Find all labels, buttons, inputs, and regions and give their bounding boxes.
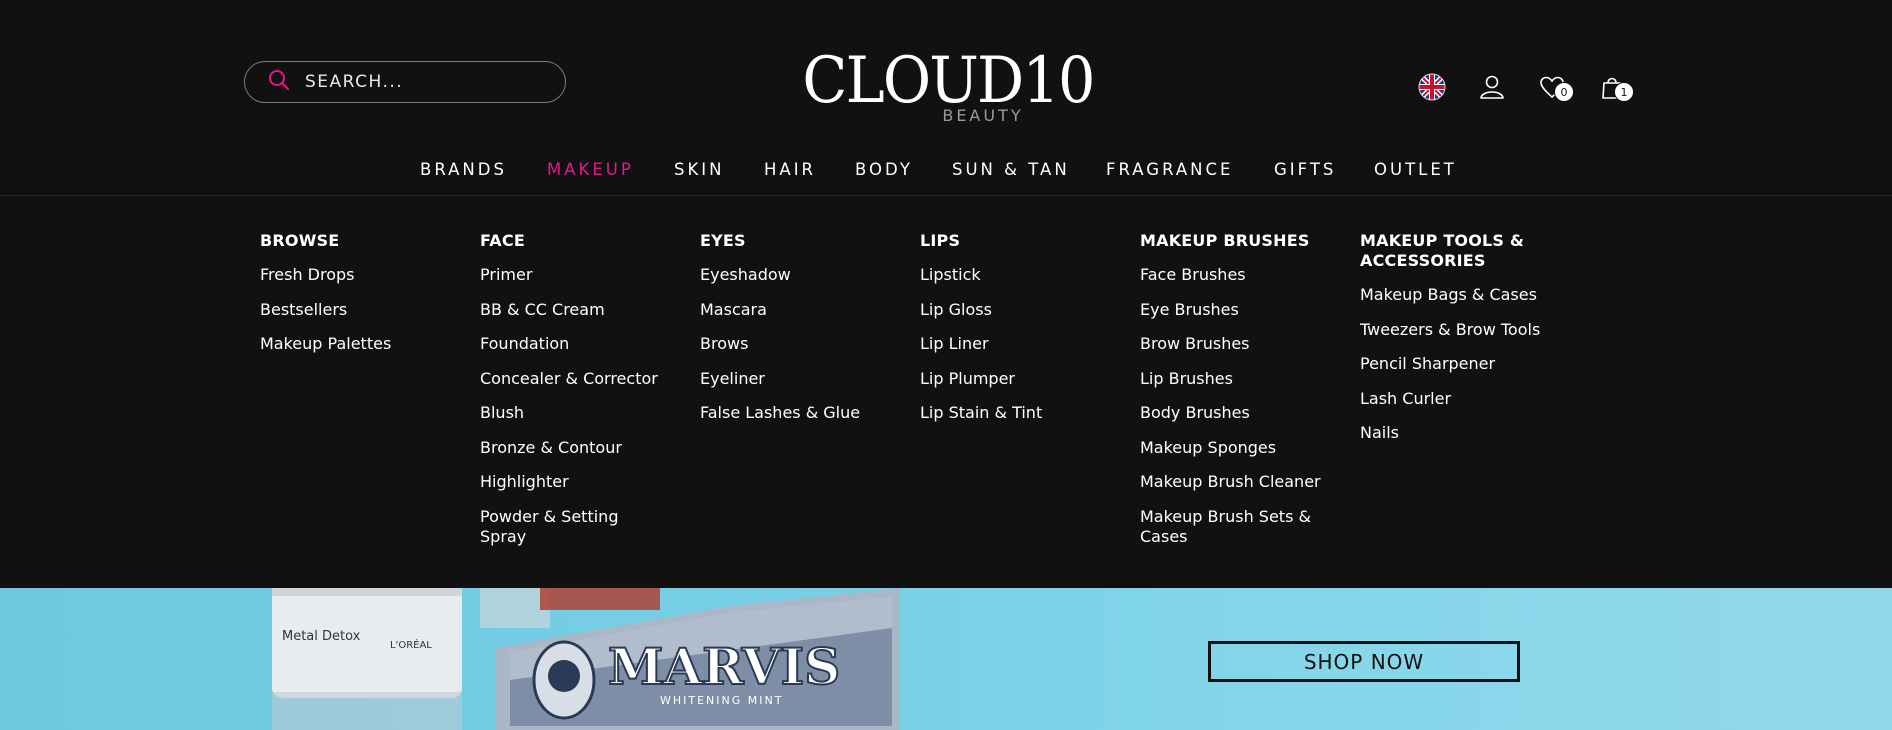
menu-link[interactable]: Makeup Sponges <box>1140 438 1350 458</box>
menu-link[interactable]: Makeup Bags & Cases <box>1360 285 1570 305</box>
site-header: CLOUD10 BEAUTY <box>0 0 1892 196</box>
menu-column-title[interactable]: MAKEUP BRUSHES <box>1140 231 1350 251</box>
hair-mask-jar-image: Metal Detox L'ORÉAL <box>272 588 462 730</box>
menu-link[interactable]: Lash Curler <box>1360 389 1570 409</box>
menu-link[interactable]: Lip Brushes <box>1140 369 1350 389</box>
menu-link[interactable]: Powder & Setting Spray <box>480 507 660 547</box>
tube-brand: MARVIS <box>608 637 840 696</box>
nav-item-makeup[interactable]: MAKEUP <box>547 160 634 179</box>
logo-subtext: BEAUTY <box>942 106 1024 125</box>
jar-label: Metal Detox <box>282 629 361 644</box>
menu-column-title[interactable]: EYES <box>700 231 910 251</box>
menu-column-title[interactable]: MAKEUP TOOLS & ACCESSORIES <box>1360 231 1540 271</box>
menu-column-makeup-tools-accessories: MAKEUP TOOLS & ACCESSORIES Makeup Bags & … <box>1360 231 1570 458</box>
nav-item-outlet[interactable]: OUTLET <box>1374 160 1457 179</box>
menu-link[interactable]: Primer <box>480 265 690 285</box>
promo-banner: Metal Detox L'ORÉAL MARVIS WHITENING MIN… <box>0 588 1892 730</box>
menu-link[interactable]: Blush <box>480 403 690 423</box>
menu-link[interactable]: Makeup Palettes <box>260 334 470 354</box>
tube-subtext: WHITENING MINT <box>660 694 783 707</box>
menu-column-makeup-brushes: MAKEUP BRUSHES Face Brushes Eye Brushes Bro… <box>1140 231 1350 561</box>
menu-link[interactable]: Eyeliner <box>700 369 910 389</box>
menu-column-title[interactable]: LIPS <box>920 231 1120 251</box>
menu-link[interactable]: Body Brushes <box>1140 403 1350 423</box>
account-icon[interactable] <box>1476 70 1508 104</box>
menu-link[interactable]: Lip Gloss <box>920 300 1120 320</box>
nav-item-gifts[interactable]: GIFTS <box>1274 160 1336 179</box>
menu-link[interactable]: Lip Stain & Tint <box>920 403 1120 423</box>
menu-link[interactable]: Pencil Sharpener <box>1360 354 1570 374</box>
menu-link[interactable]: Nails <box>1360 423 1570 443</box>
menu-link[interactable]: Eyeshadow <box>700 265 910 285</box>
toothpaste-tube-image: MARVIS WHITENING MINT <box>480 588 900 730</box>
menu-link[interactable]: False Lashes & Glue <box>700 403 910 423</box>
nav-item-fragrance[interactable]: FRAGRANCE <box>1106 160 1233 179</box>
site-logo[interactable]: CLOUD10 BEAUTY <box>788 40 1108 130</box>
nav-item-hair[interactable]: HAIR <box>764 160 816 179</box>
menu-link[interactable]: Brow Brushes <box>1140 334 1350 354</box>
cart-count-badge: 1 <box>1614 82 1634 102</box>
search-icon[interactable] <box>267 68 291 97</box>
menu-link[interactable]: Eye Brushes <box>1140 300 1350 320</box>
menu-link[interactable]: Makeup Brush Sets & Cases <box>1140 507 1320 547</box>
menu-link[interactable]: Foundation <box>480 334 690 354</box>
menu-link[interactable]: BB & CC Cream <box>480 300 690 320</box>
menu-link[interactable]: Makeup Brush Cleaner <box>1140 472 1350 492</box>
menu-column-browse: BROWSE Fresh Drops Bestsellers Makeup Palet… <box>260 231 470 369</box>
main-nav: BRANDS MAKEUP SKIN HAIR BODY SUN & TAN FRAGRAN… <box>0 160 1892 186</box>
nav-item-brands[interactable]: BRANDS <box>420 160 507 179</box>
menu-column-title[interactable]: FACE <box>480 231 690 251</box>
wishlist-count-badge: 0 <box>1554 82 1574 102</box>
menu-link[interactable]: Brows <box>700 334 910 354</box>
menu-link[interactable]: Face Brushes <box>1140 265 1350 285</box>
jar-brand: L'ORÉAL <box>390 638 432 651</box>
search-input[interactable] <box>305 72 545 92</box>
menu-link[interactable]: Lip Liner <box>920 334 1120 354</box>
menu-column-face: FACE Primer BB & CC Cream Foundation Conceal… <box>480 231 690 561</box>
menu-link[interactable]: Concealer & Corrector <box>480 369 690 389</box>
menu-link[interactable]: Lipstick <box>920 265 1120 285</box>
shop-now-button[interactable]: SHOP NOW <box>1208 641 1520 682</box>
nav-item-skin[interactable]: SKIN <box>674 160 725 179</box>
menu-column-lips: LIPS Lipstick Lip Gloss Lip Liner Lip Plumpe… <box>920 231 1120 438</box>
menu-link[interactable]: Lip Plumper <box>920 369 1120 389</box>
menu-link[interactable]: Fresh Drops <box>260 265 470 285</box>
menu-link[interactable]: Bronze & Contour <box>480 438 690 458</box>
nav-item-body[interactable]: BODY <box>855 160 913 179</box>
menu-link[interactable]: Highlighter <box>480 472 690 492</box>
wishlist-icon[interactable]: 0 <box>1536 70 1574 104</box>
makeup-mega-menu: BROWSE Fresh Drops Bestsellers Makeup Palet… <box>0 197 1892 588</box>
menu-link[interactable]: Mascara <box>700 300 910 320</box>
menu-link[interactable]: Tweezers & Brow Tools <box>1360 320 1570 340</box>
menu-link[interactable]: Bestsellers <box>260 300 470 320</box>
menu-column-title[interactable]: BROWSE <box>260 231 470 251</box>
nav-item-sun-tan[interactable]: SUN & TAN <box>952 160 1070 179</box>
uk-flag-icon[interactable] <box>1416 70 1448 104</box>
cart-bag-icon[interactable]: 1 <box>1596 70 1634 104</box>
search-bar[interactable] <box>244 61 566 103</box>
menu-column-eyes: EYES Eyeshadow Mascara Brows Eyeliner False L… <box>700 231 910 438</box>
